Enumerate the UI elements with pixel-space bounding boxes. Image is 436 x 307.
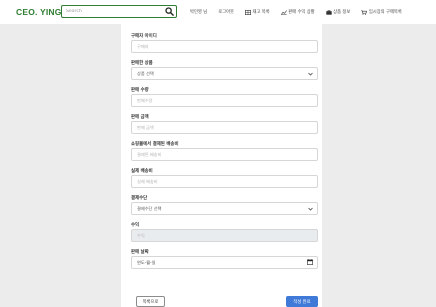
chevron-down-icon <box>308 207 313 211</box>
back-to-list-button[interactable]: 목록으로 <box>136 296 165 307</box>
buyer-id-label: 구매자 아이디 <box>131 34 157 39</box>
mall-fee-label: 쇼핑몰에서 결제된 배송비 <box>131 142 179 147</box>
payment-label: 결제수단 <box>131 196 148 201</box>
cart-icon <box>361 9 368 15</box>
nav-item-purchase-list-label: 임시장의 구매목록 <box>368 10 402 15</box>
nav-item-inventory[interactable]: 재고 목록 <box>245 9 270 15</box>
search-input[interactable] <box>62 6 163 17</box>
quantity-field[interactable] <box>131 94 318 107</box>
profit-label: 수익 <box>131 223 140 228</box>
brand-logo[interactable]: CEO. YING <box>16 7 62 17</box>
nav-item-product-info[interactable]: 상품 정보 <box>325 9 351 15</box>
mall-fee-field[interactable] <box>131 148 318 161</box>
amount-label: 판매 금액 <box>131 115 149 120</box>
top-navbar: CEO. YING 박민영 님 로그아웃 재고 목록 판매 수익 상황 <box>0 0 436 24</box>
briefcase-icon <box>325 9 332 15</box>
chart-line-icon <box>280 9 287 15</box>
actual-shipping-field[interactable] <box>131 175 318 188</box>
sale-date-label: 판매 날짜 <box>131 250 149 255</box>
actual-shipping-label: 실제 배송비 <box>131 169 153 174</box>
product-label: 판매한 상품 <box>131 61 153 66</box>
sale-date-field[interactable]: 연도-월-일 <box>131 256 318 269</box>
payment-select[interactable]: 결제수단 선택 <box>131 202 318 215</box>
profit-field <box>131 229 318 242</box>
chevron-down-icon <box>308 72 313 76</box>
nav-item-inventory-label: 재고 목록 <box>252 10 270 15</box>
nav-item-profit[interactable]: 판매 수익 상황 <box>280 9 315 15</box>
nav-menu: 박민영 님 로그아웃 재고 목록 판매 수익 상황 상품 정보 임시장의 구매목… <box>190 8 402 16</box>
nav-item-product-info-label: 상품 정보 <box>333 10 351 15</box>
nav-item-logout-label: 로그아웃 <box>218 10 234 15</box>
submit-button[interactable]: 작성 완료 <box>286 296 318 307</box>
nav-item-logout[interactable]: 로그아웃 <box>218 9 234 15</box>
inventory-icon <box>245 9 251 15</box>
nav-item-user-label: 박민영 님 <box>190 10 208 15</box>
quantity-label: 판매 수량 <box>131 88 149 93</box>
nav-item-user[interactable]: 박민영 님 <box>190 9 207 15</box>
product-select[interactable]: 상품 선택 <box>131 67 318 80</box>
product-select-value: 상품 선택 <box>137 70 154 76</box>
search-box <box>61 5 177 18</box>
calendar-icon[interactable] <box>307 259 313 266</box>
search-button[interactable] <box>162 6 176 17</box>
buyer-id-field[interactable] <box>131 40 318 53</box>
sale-form-panel: 구매자 아이디 판매한 상품 상품 선택 판매 수량 판매 금액 쇼핑몰에서 결… <box>121 24 322 307</box>
sale-date-value: 연도-월-일 <box>137 259 156 265</box>
nav-item-profit-label: 판매 수익 상황 <box>288 10 315 15</box>
payment-select-value: 결제수단 선택 <box>137 205 162 211</box>
nav-item-purchase-list[interactable]: 임시장의 구매목록 <box>361 9 402 15</box>
search-icon <box>164 7 174 16</box>
amount-field[interactable] <box>131 121 318 134</box>
